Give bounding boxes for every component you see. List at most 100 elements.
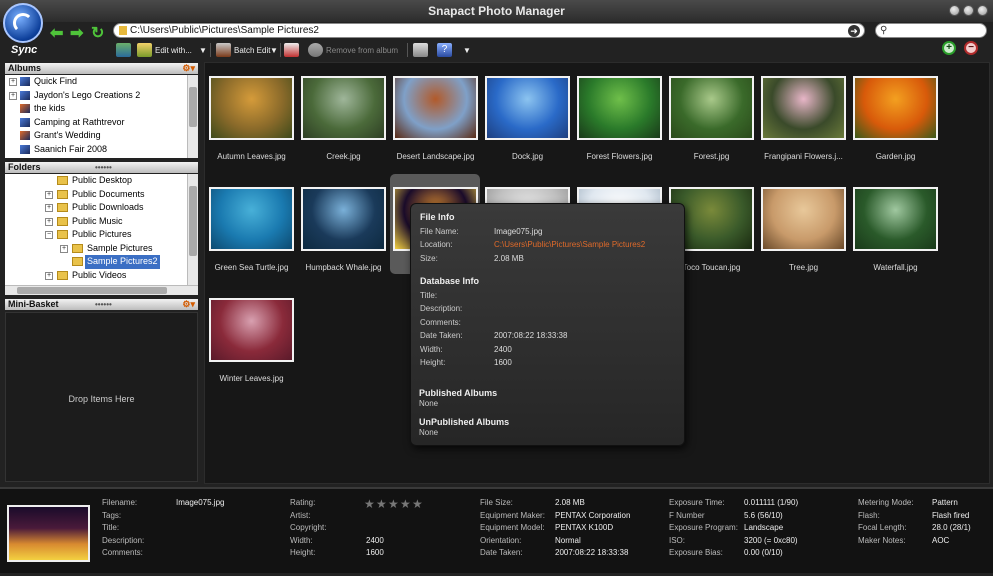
detail-key: Equipment Model: <box>480 523 545 532</box>
back-arrow-icon[interactable]: ⬅ <box>50 23 63 43</box>
rating-star-icon[interactable]: ★ <box>412 497 423 511</box>
gear-icon[interactable]: ⚙▾ <box>182 299 195 310</box>
import-button[interactable] <box>116 42 134 58</box>
panel-grip-icon[interactable]: •••••• <box>95 162 112 173</box>
detail-key: Tags: <box>102 510 122 520</box>
rating-star-icon[interactable]: ★ <box>388 497 399 511</box>
photo-thumbnail[interactable]: Dock.jpg <box>485 62 570 161</box>
album-icon <box>20 131 30 140</box>
rating-star-icon[interactable]: ★ <box>376 497 387 511</box>
folder-item[interactable]: + Public Documents <box>5 188 198 202</box>
db-info-key: Height: <box>420 358 446 367</box>
photo-caption: Waterfall.jpg <box>873 263 918 272</box>
photo-caption: Garden.jpg <box>875 152 916 161</box>
detail-key: Exposure Time: <box>669 498 725 507</box>
print-button[interactable] <box>413 42 431 58</box>
file-info-key: Location: <box>420 240 453 249</box>
expand-toggle-icon[interactable]: + <box>45 271 53 280</box>
mini-basket-dropzone[interactable]: Drop Items Here <box>5 312 198 482</box>
folder-item[interactable]: + Sample Pictures <box>5 242 198 256</box>
albums-scrollbar[interactable] <box>187 75 198 158</box>
folder-item[interactable]: + Public Downloads <box>5 201 198 215</box>
photo-thumbnail[interactable]: Winter Leaves.jpg <box>209 284 294 383</box>
preview-thumbnail[interactable] <box>7 505 90 562</box>
album-item[interactable]: + Quick Find <box>5 75 198 89</box>
address-path: C:\Users\Public\Pictures\Sample Pictures… <box>130 25 319 36</box>
expand-toggle-icon[interactable]: + <box>45 204 53 212</box>
batch-edit-dropdown-icon[interactable]: ▼ <box>270 42 278 58</box>
photo-thumbnail[interactable]: Tree.jpg <box>761 173 846 272</box>
photo-caption: Desert Landscape.jpg <box>396 152 475 161</box>
expand-toggle-icon[interactable]: + <box>9 78 17 86</box>
photo-thumbnail[interactable]: Desert Landscape.jpg <box>393 62 478 161</box>
zoom-out-icon[interactable]: − <box>964 41 978 55</box>
minimize-button[interactable] <box>949 5 960 16</box>
edit-dropdown-icon[interactable]: ▼ <box>199 42 207 58</box>
detail-key: Maker Notes: <box>858 535 906 545</box>
photo-thumbnail[interactable]: Forest Flowers.jpg <box>577 62 662 161</box>
file-info-heading: File Info <box>420 212 455 222</box>
detail-key: Metering Mode: <box>858 498 914 507</box>
album-item[interactable]: the kids <box>5 102 198 116</box>
folder-item[interactable]: + Public Music <box>5 215 198 229</box>
album-item[interactable]: + Jaydon's Lego Creations 2 <box>5 89 198 103</box>
folder-icon <box>57 203 68 212</box>
help-button[interactable]: ? <box>437 42 455 58</box>
expand-toggle-icon[interactable]: + <box>60 244 68 253</box>
folders-hscrollbar[interactable] <box>5 285 198 295</box>
detail-key: Exposure Program: <box>669 523 738 532</box>
photo-image <box>669 76 754 140</box>
album-item[interactable]: Camping at Rathtrevor <box>5 116 198 130</box>
photo-thumbnail[interactable]: Autumn Leaves.jpg <box>209 62 294 161</box>
folders-scrollbar[interactable] <box>187 174 198 285</box>
rating-star-icon[interactable]: ★ <box>400 497 411 511</box>
photo-thumbnail[interactable]: Creek.jpg <box>301 62 386 161</box>
batch-edit-button[interactable]: Batch Edit <box>216 42 270 58</box>
unpublished-albums-value: None <box>419 428 439 437</box>
db-info-key: Title: <box>420 291 438 300</box>
photo-thumbnail[interactable]: Waterfall.jpg <box>853 173 938 272</box>
folder-item[interactable]: Public Desktop <box>5 174 198 188</box>
folder-item[interactable]: − Public Pictures <box>5 228 198 242</box>
remove-from-album-button[interactable]: Remove from album <box>308 42 398 58</box>
gear-icon[interactable]: ⚙▾ <box>182 63 195 74</box>
expand-toggle-icon[interactable]: + <box>45 217 53 226</box>
detail-value: Landscape <box>744 523 784 532</box>
expand-toggle-icon[interactable]: + <box>45 190 53 199</box>
refresh-icon[interactable]: ↻ <box>91 23 104 43</box>
photo-thumbnail[interactable]: Garden.jpg <box>853 62 938 161</box>
album-item[interactable]: Saanich Fair 2008 <box>5 143 198 157</box>
go-arrow-icon[interactable]: ➜ <box>848 25 860 37</box>
panel-grip-icon[interactable]: •••••• <box>95 299 112 310</box>
published-albums-heading: Published Albums <box>419 388 498 398</box>
zoom-in-icon[interactable]: + <box>942 41 956 55</box>
folder-label: Public Videos <box>72 269 127 280</box>
mini-basket-header[interactable]: Mini-Basket •••••• ⚙▾ <box>5 299 198 310</box>
album-item[interactable]: Grant's Wedding <box>5 129 198 143</box>
forward-arrow-icon[interactable]: ➡ <box>70 23 83 43</box>
photo-thumbnail[interactable]: Frangipani Flowers.j... <box>761 62 846 161</box>
edit-with-button[interactable]: Edit with... <box>137 42 192 58</box>
photo-caption: Frangipani Flowers.j... <box>764 152 843 161</box>
delete-button[interactable] <box>284 42 302 58</box>
maximize-button[interactable] <box>963 5 974 16</box>
folder-icon <box>57 230 68 239</box>
folder-label: Public Pictures <box>72 229 132 239</box>
photo-thumbnail[interactable]: Humpback Whale.jpg <box>301 173 386 272</box>
close-button[interactable] <box>977 5 988 16</box>
detail-key: Artist: <box>290 510 311 520</box>
photo-thumbnail[interactable]: Forest.jpg <box>669 62 754 161</box>
sync-logo-icon[interactable] <box>3 3 43 43</box>
location-link[interactable]: C:\Users\Public\Pictures\Sample Pictures… <box>494 240 645 249</box>
search-input[interactable]: ⚲ <box>875 23 987 38</box>
folder-item[interactable]: Sample Pictures2 <box>5 255 198 269</box>
folders-panel-header[interactable]: Folders •••••• <box>5 162 198 173</box>
expand-toggle-icon[interactable]: + <box>9 91 17 100</box>
more-dropdown-icon[interactable]: ▼ <box>463 42 471 58</box>
expand-toggle-icon[interactable]: − <box>45 231 53 239</box>
folder-item[interactable]: + Public Videos <box>5 269 198 283</box>
address-bar[interactable]: C:\Users\Public\Pictures\Sample Pictures… <box>113 23 865 38</box>
rating-star-icon[interactable]: ★ <box>364 497 375 511</box>
photo-thumbnail[interactable]: Green Sea Turtle.jpg <box>209 173 294 272</box>
albums-panel-header[interactable]: Albums ⚙▾ <box>5 63 198 74</box>
